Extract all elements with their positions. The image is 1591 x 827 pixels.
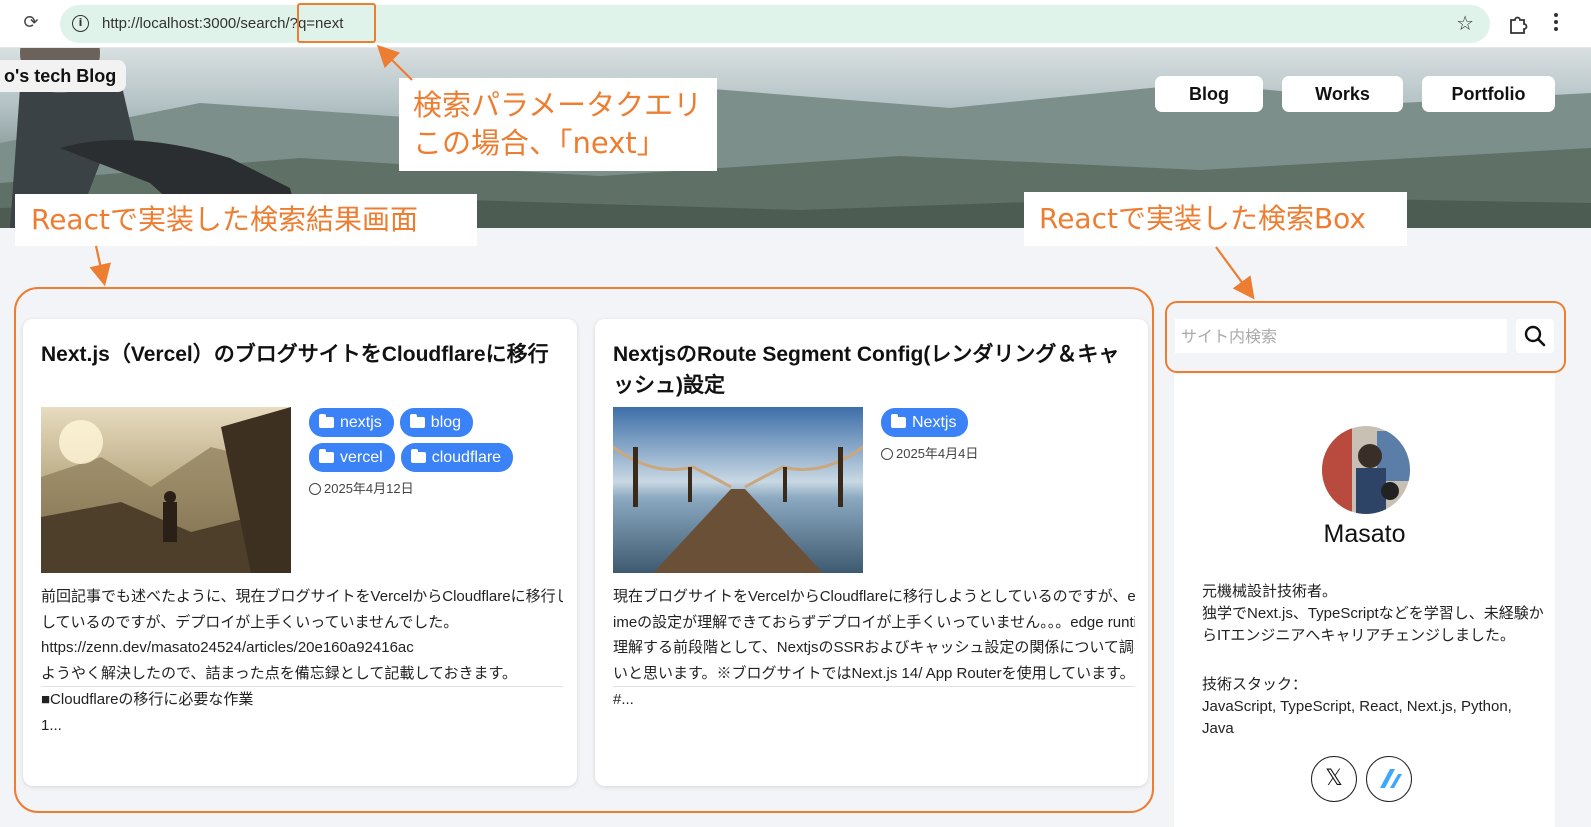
bookmark-star-icon[interactable]: ☆: [1456, 11, 1474, 35]
query-param-callout: 検索パラメータクエリ この場合、「next」: [399, 78, 717, 171]
browser-toolbar: ⟳ i http://localhost:3000/search/?q=next…: [0, 0, 1591, 48]
profile-card: Masato 元機械設計技術者。 独学でNext.js、TypeScriptなど…: [1174, 374, 1555, 827]
profile-name: Masato: [1323, 520, 1406, 548]
results-callout: Reactで実装した検索結果画面: [15, 194, 477, 246]
zenn-icon[interactable]: [1366, 756, 1412, 802]
url-query-highlight: [297, 3, 376, 43]
results-highlight: [14, 287, 1154, 813]
avatar: [1322, 426, 1410, 514]
searchbox-callout: Reactで実装した検索Box: [1024, 192, 1407, 246]
nav-works-button[interactable]: Works: [1282, 76, 1403, 112]
x-icon[interactable]: 𝕏: [1311, 756, 1357, 802]
info-icon[interactable]: i: [72, 15, 89, 32]
address-bar[interactable]: i http://localhost:3000/search/?q=next ☆: [60, 5, 1490, 43]
reload-icon[interactable]: ⟳: [18, 10, 44, 36]
extensions-icon[interactable]: [1507, 11, 1531, 35]
site-title[interactable]: o's tech Blog: [0, 60, 127, 92]
nav-blog-button[interactable]: Blog: [1155, 76, 1263, 112]
browser-menu-icon[interactable]: [1553, 10, 1559, 38]
profile-bio: 元機械設計技術者。 独学でNext.js、TypeScriptなどを学習し、未経…: [1202, 583, 1544, 737]
nav-portfolio-button[interactable]: Portfolio: [1422, 76, 1555, 112]
searchbox-highlight: [1165, 301, 1566, 373]
